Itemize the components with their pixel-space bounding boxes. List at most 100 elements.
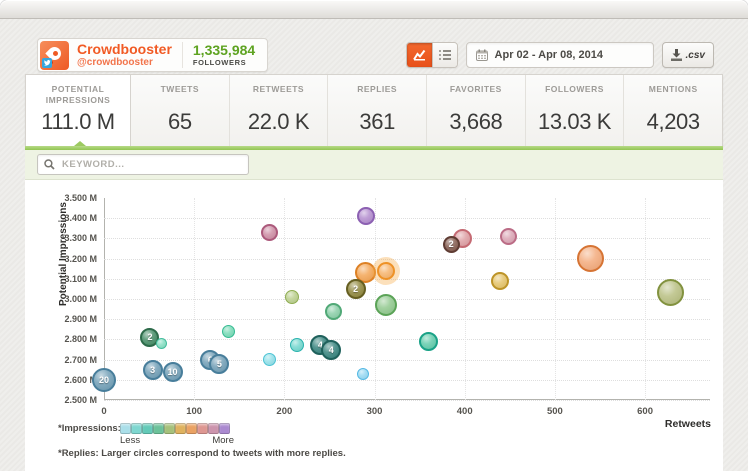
tweet-bubble[interactable]: 3 xyxy=(143,360,163,380)
brand-name: Crowdbooster xyxy=(77,42,172,57)
tweet-bubble[interactable]: 4 xyxy=(321,340,341,360)
tweet-bubble[interactable]: 2 xyxy=(346,279,366,299)
view-toggle xyxy=(406,42,458,68)
y-tick-label: 2.700 M xyxy=(47,355,97,365)
tweet-bubble[interactable] xyxy=(325,303,342,320)
stat-tab-replies[interactable]: REPLIES 361 xyxy=(328,75,427,146)
bubble-replies-count: 5 xyxy=(217,359,222,369)
tweet-bubble[interactable]: 2 xyxy=(443,236,460,253)
stat-value: 65 xyxy=(168,109,192,135)
tweet-bubble[interactable] xyxy=(290,338,304,352)
stat-value: 4,203 xyxy=(647,109,700,135)
followers-count: 1,335,984 xyxy=(193,43,255,58)
stat-tab-followers[interactable]: FOLLOWERS 13.03 K xyxy=(526,75,625,146)
scale-swatch xyxy=(142,423,153,434)
tweet-bubble[interactable]: 5 xyxy=(209,354,229,374)
list-view-button[interactable] xyxy=(432,43,457,67)
stat-value: 13.03 K xyxy=(538,109,611,135)
tweet-bubble[interactable] xyxy=(377,262,395,280)
y-tick-label: 3.100 M xyxy=(47,274,97,284)
scale-swatch xyxy=(153,423,164,434)
stat-label: MENTIONS xyxy=(628,84,718,109)
stat-tab-favorites[interactable]: FAVORITES 3,668 xyxy=(427,75,526,146)
keyword-search-input[interactable] xyxy=(37,154,249,175)
x-axis-title: Retweets xyxy=(635,418,711,430)
stats-tabs: POTENTIAL IMPRESSIONS 111.0 MTWEETS 65RE… xyxy=(25,74,723,146)
chart-view-button[interactable] xyxy=(407,43,432,67)
stat-tab-mentions[interactable]: MENTIONS 4,203 xyxy=(624,75,722,146)
tweet-bubble[interactable] xyxy=(357,207,375,225)
date-range-picker[interactable]: Apr 02 - Apr 08, 2014 xyxy=(466,42,654,68)
tweet-bubble[interactable] xyxy=(285,290,299,304)
stat-tab-retweets[interactable]: RETWEETS 22.0 K xyxy=(230,75,329,146)
bubble-chart: Potential Impressions Retweets 3.500 M3.… xyxy=(25,180,723,471)
stat-label: TWEETS xyxy=(135,84,225,109)
tweet-bubble[interactable] xyxy=(357,368,369,380)
tweet-bubble[interactable] xyxy=(263,353,276,366)
scale-swatch xyxy=(131,423,142,434)
h-gridline xyxy=(104,400,710,401)
stat-tab-potential-impressions[interactable]: POTENTIAL IMPRESSIONS 111.0 M xyxy=(26,75,131,146)
stat-tab-tweets[interactable]: TWEETS 65 xyxy=(131,75,230,146)
y-tick-label: 3.200 M xyxy=(47,254,97,264)
chart-legend: *Impressions: Less More *Replies: Larger… xyxy=(58,423,346,459)
x-tick-label: 400 xyxy=(445,406,485,417)
stat-label: REPLIES xyxy=(332,84,422,109)
bubble-replies-count: 10 xyxy=(168,367,178,377)
y-tick-label: 3.300 M xyxy=(47,233,97,243)
scale-swatch xyxy=(120,423,131,434)
tweet-bubble[interactable]: 10 xyxy=(163,362,183,382)
scale-swatch xyxy=(208,423,219,434)
tweet-bubble[interactable] xyxy=(156,338,167,349)
crowdbooster-logo-icon xyxy=(40,41,69,70)
tweet-bubble[interactable] xyxy=(419,332,438,351)
stat-value: 22.0 K xyxy=(248,109,309,135)
app-window: Crowdbooster @crowdbooster 1,335,984 FOL… xyxy=(0,0,748,471)
csv-label: .csv xyxy=(686,50,705,61)
y-tick-label: 2.500 M xyxy=(47,395,97,405)
stat-label: FOLLOWERS xyxy=(530,84,620,109)
selected-tab-underline xyxy=(25,146,723,150)
header: Crowdbooster @crowdbooster 1,335,984 FOL… xyxy=(25,38,723,72)
calendar-icon xyxy=(476,49,488,61)
stat-value: 3,668 xyxy=(449,109,502,135)
tweet-bubble[interactable] xyxy=(222,325,235,338)
tweet-bubble[interactable] xyxy=(375,294,397,316)
x-tick-label: 500 xyxy=(535,406,575,417)
keyword-filter-bar xyxy=(25,150,723,180)
scale-swatch xyxy=(164,423,175,434)
y-tick-label: 3.500 M xyxy=(47,193,97,203)
page-content: Crowdbooster @crowdbooster 1,335,984 FOL… xyxy=(25,38,723,471)
header-controls: Apr 02 - Apr 08, 2014 .csv xyxy=(406,42,714,68)
scale-swatch xyxy=(186,423,197,434)
legend-less-label: Less xyxy=(120,435,140,446)
y-axis-title: Potential Impressions xyxy=(58,186,69,306)
selected-tab-arrow xyxy=(74,141,86,146)
stat-label: FAVORITES xyxy=(431,84,521,109)
replies-legend-note: *Replies: Larger circles correspond to t… xyxy=(58,448,346,459)
impressions-color-scale xyxy=(120,423,230,434)
plot-area: 3.500 M3.400 M3.300 M3.200 M3.100 M3.000… xyxy=(104,198,710,400)
scale-swatch xyxy=(219,423,230,434)
x-tick-label: 0 xyxy=(84,406,124,417)
tweet-bubble[interactable] xyxy=(657,279,684,306)
account-card[interactable]: Crowdbooster @crowdbooster 1,335,984 FOL… xyxy=(37,38,268,72)
tweet-bubble[interactable] xyxy=(500,228,517,245)
y-tick-label: 2.800 M xyxy=(47,334,97,344)
v-gridline xyxy=(194,198,195,400)
x-tick-label: 600 xyxy=(625,406,665,417)
scale-swatch xyxy=(197,423,208,434)
export-csv-button[interactable]: .csv xyxy=(662,42,714,68)
tweet-bubble[interactable]: 20 xyxy=(92,368,116,392)
v-gridline xyxy=(645,198,646,400)
tweet-bubble[interactable] xyxy=(577,245,604,272)
stat-label: RETWEETS xyxy=(234,84,324,109)
impressions-legend-label: *Impressions: xyxy=(58,423,116,434)
window-titlebar xyxy=(0,0,748,19)
tweet-bubble[interactable] xyxy=(491,272,509,290)
search-icon xyxy=(44,159,55,170)
download-icon xyxy=(671,49,682,61)
stat-label: POTENTIAL IMPRESSIONS xyxy=(30,84,126,109)
y-tick-label: 3.400 M xyxy=(47,213,97,223)
bubble-replies-count: 3 xyxy=(150,365,155,375)
